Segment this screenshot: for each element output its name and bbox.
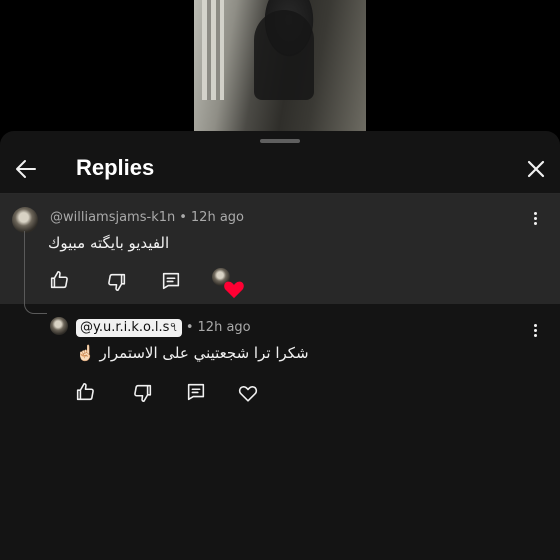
panel-header: Replies bbox=[0, 147, 560, 193]
avatar[interactable] bbox=[50, 317, 68, 335]
comment-time: 12h ago bbox=[190, 210, 244, 225]
back-arrow-icon[interactable] bbox=[12, 155, 40, 183]
drag-handle[interactable] bbox=[260, 139, 300, 143]
dislike-icon[interactable] bbox=[106, 271, 128, 293]
comment-text: الفيديو بايگته مبيوك bbox=[48, 234, 170, 252]
reply-icon[interactable] bbox=[160, 270, 182, 292]
video-player-area[interactable] bbox=[0, 0, 560, 132]
dislike-icon[interactable] bbox=[132, 382, 154, 404]
creator-heart bbox=[212, 268, 244, 299]
thread-connector bbox=[24, 231, 47, 314]
heart-icon bbox=[224, 281, 244, 299]
comment-meta: @y.u.r.i.k.o.l.s৭ • 12h ago bbox=[76, 319, 251, 337]
comment-meta: @williamsjams-k1n • 12h ago bbox=[50, 210, 244, 225]
comment-author[interactable]: @y.u.r.i.k.o.l.s৭ bbox=[76, 319, 182, 337]
comment-author[interactable]: @williamsjams-k1n bbox=[50, 210, 175, 225]
avatar[interactable] bbox=[12, 207, 38, 233]
emoji: ☝🏻 bbox=[76, 344, 95, 362]
parent-comment: @williamsjams-k1n • 12h ago الفيديو بايگته… bbox=[0, 194, 560, 304]
panel-title: Replies bbox=[76, 155, 155, 180]
reply-icon[interactable] bbox=[185, 381, 207, 403]
close-icon[interactable] bbox=[522, 155, 550, 183]
more-vertical-icon[interactable] bbox=[532, 322, 538, 342]
heart-icon[interactable] bbox=[237, 382, 259, 404]
meta-separator: • bbox=[179, 210, 187, 225]
comment-text: شكرا ترا شجعتيني على الاستمرار ☝🏻 bbox=[76, 344, 309, 362]
like-icon[interactable] bbox=[48, 269, 70, 291]
comment-text-words: شكرا ترا شجعتيني على الاستمرار bbox=[99, 344, 309, 362]
meta-separator: • bbox=[185, 320, 194, 335]
replies-panel: Replies @williamsjams-k1n • 12h ago الفيدي… bbox=[0, 131, 560, 560]
comment-time: 12h ago bbox=[197, 320, 251, 335]
video-thumbnail bbox=[194, 0, 366, 132]
more-vertical-icon[interactable] bbox=[532, 210, 538, 230]
like-icon[interactable] bbox=[74, 381, 96, 403]
